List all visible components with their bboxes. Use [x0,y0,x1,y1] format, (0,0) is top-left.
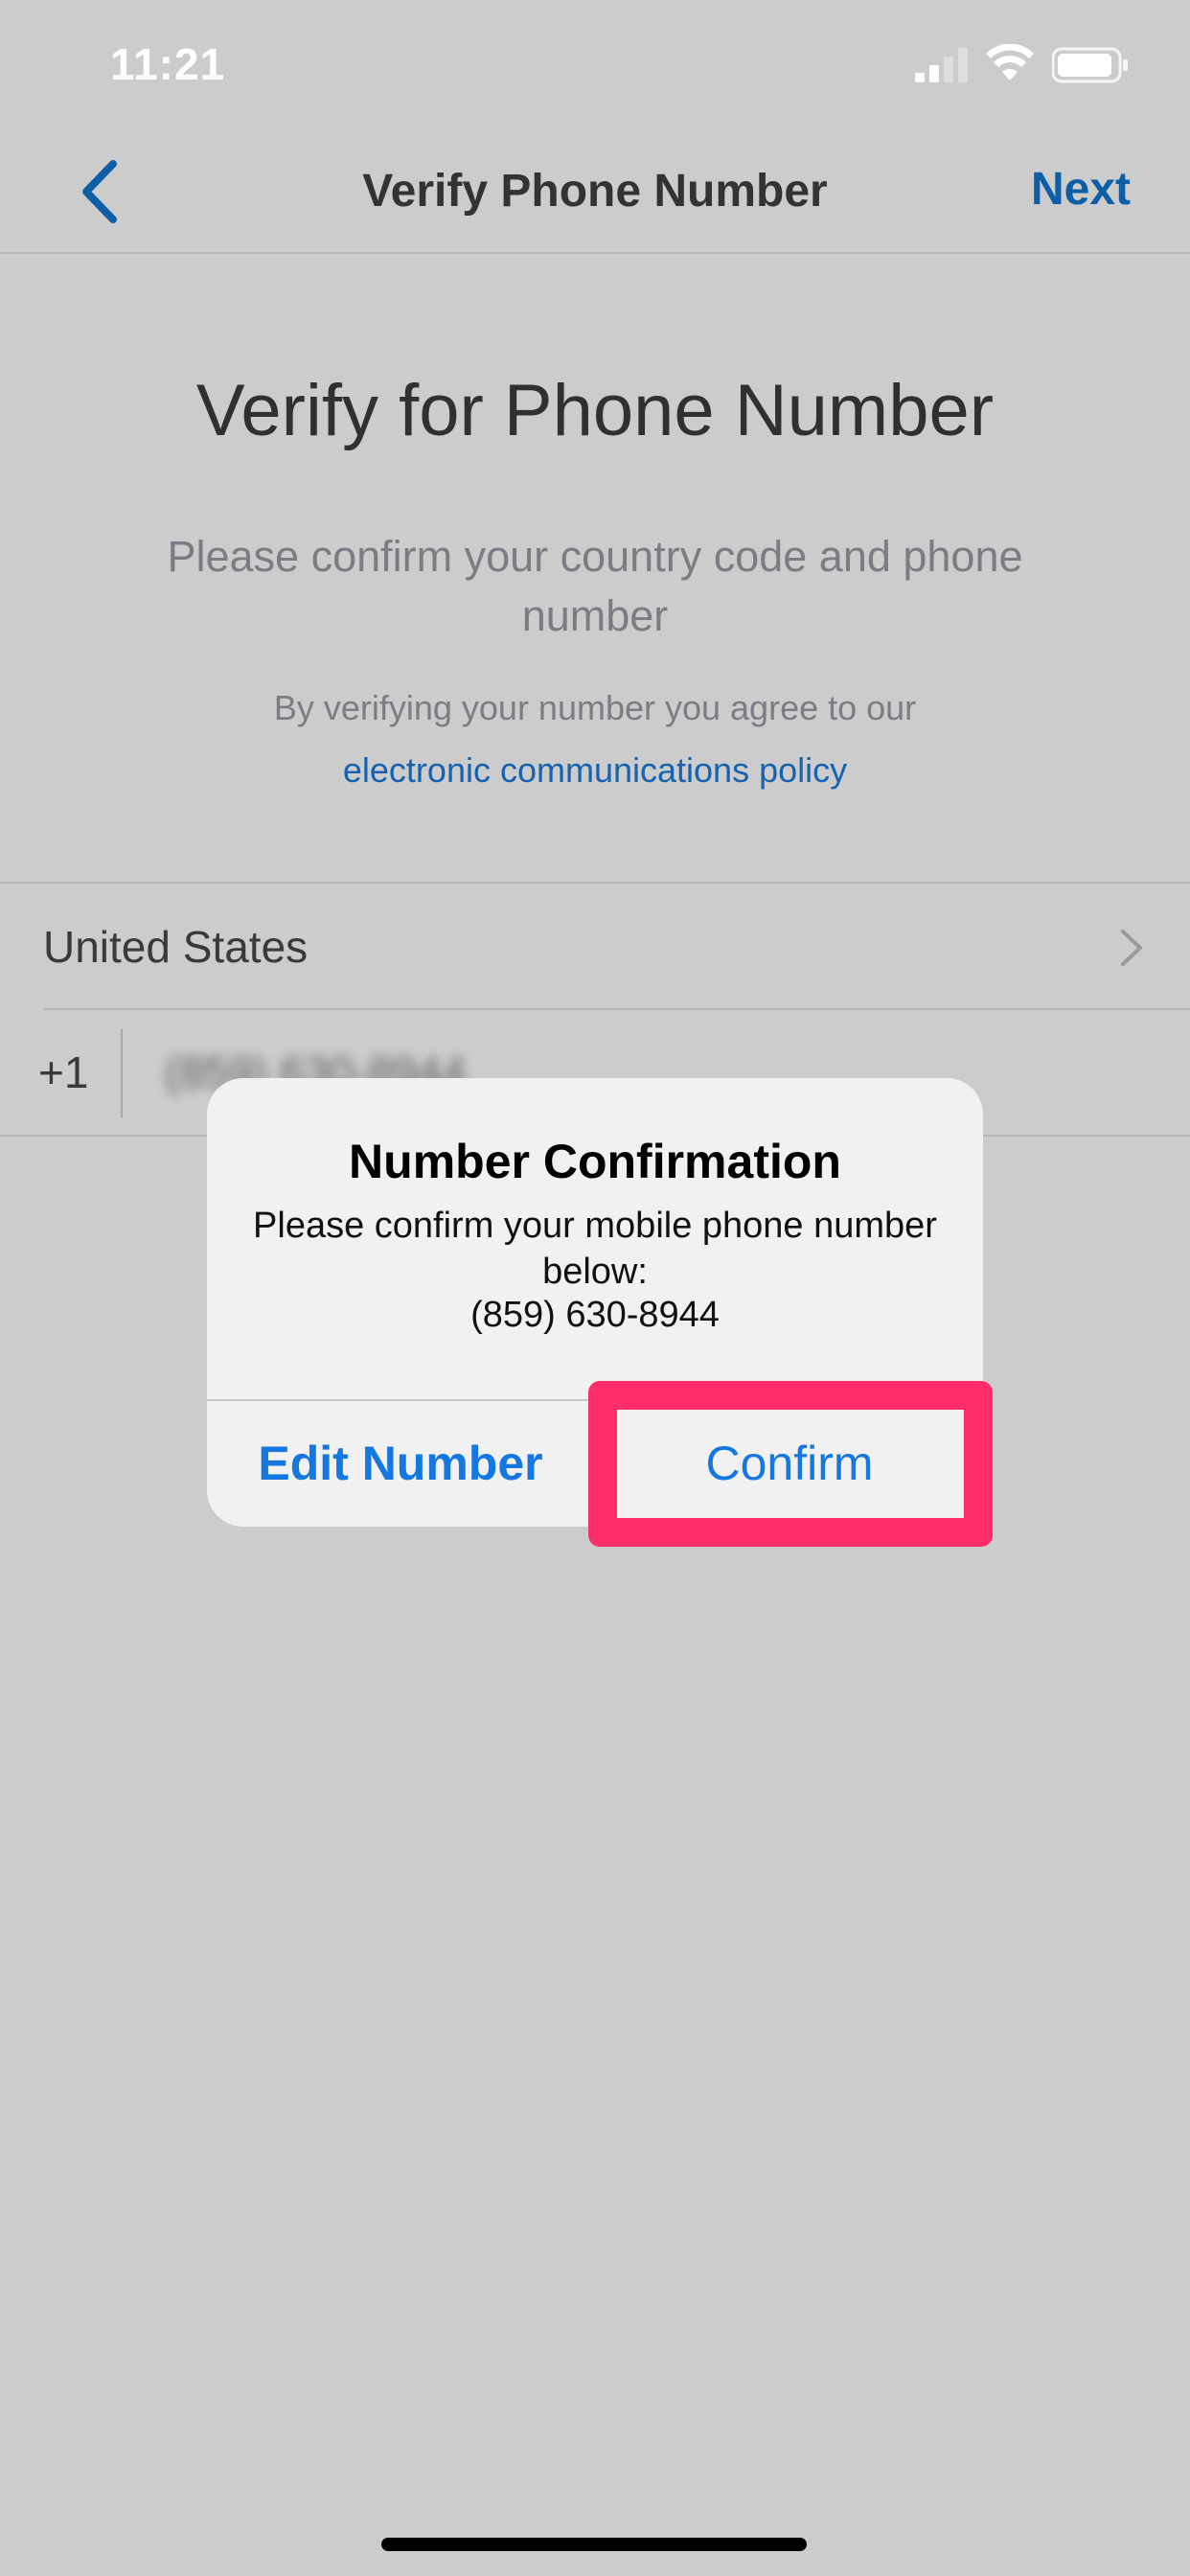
verify-heading: Verify for Phone Number [195,370,995,451]
agreement-text: By verifying your number you agree to ou… [273,688,917,727]
chevron-right-icon [1121,930,1142,966]
status-bar: 11:21 [0,0,1190,129]
home-indicator[interactable] [381,2538,807,2551]
phone-field-divider [121,1029,123,1117]
alert-title: Number Confirmation [349,1135,841,1188]
battery-icon [1052,47,1128,83]
next-button[interactable]: Next [1031,129,1131,249]
country-label: United States [43,922,309,972]
country-selector[interactable]: United States [0,882,1190,1010]
status-time: 11:21 [110,39,226,89]
page-title: Verify Phone Number [362,166,828,217]
verify-phone-screen: 11:21 Verify Phone Number Next Verify fo… [0,0,1190,2576]
confirm-highlight-box [588,1381,993,1547]
alert-phone-number: (859) 630-8944 [470,1295,720,1335]
cellular-signal-icon [915,48,968,82]
communications-policy-link[interactable]: electronic communications policy [0,750,1190,791]
country-code: +1 [38,1047,89,1097]
alert-message: Please confirm your mobile phone number … [253,1206,937,1292]
wifi-icon [986,44,1034,80]
navigation-bar: Verify Phone Number Next [0,129,1190,254]
edit-number-button[interactable]: Edit Number [207,1401,594,1527]
verify-subtitle: Please confirm your country code and pho… [167,532,1023,640]
